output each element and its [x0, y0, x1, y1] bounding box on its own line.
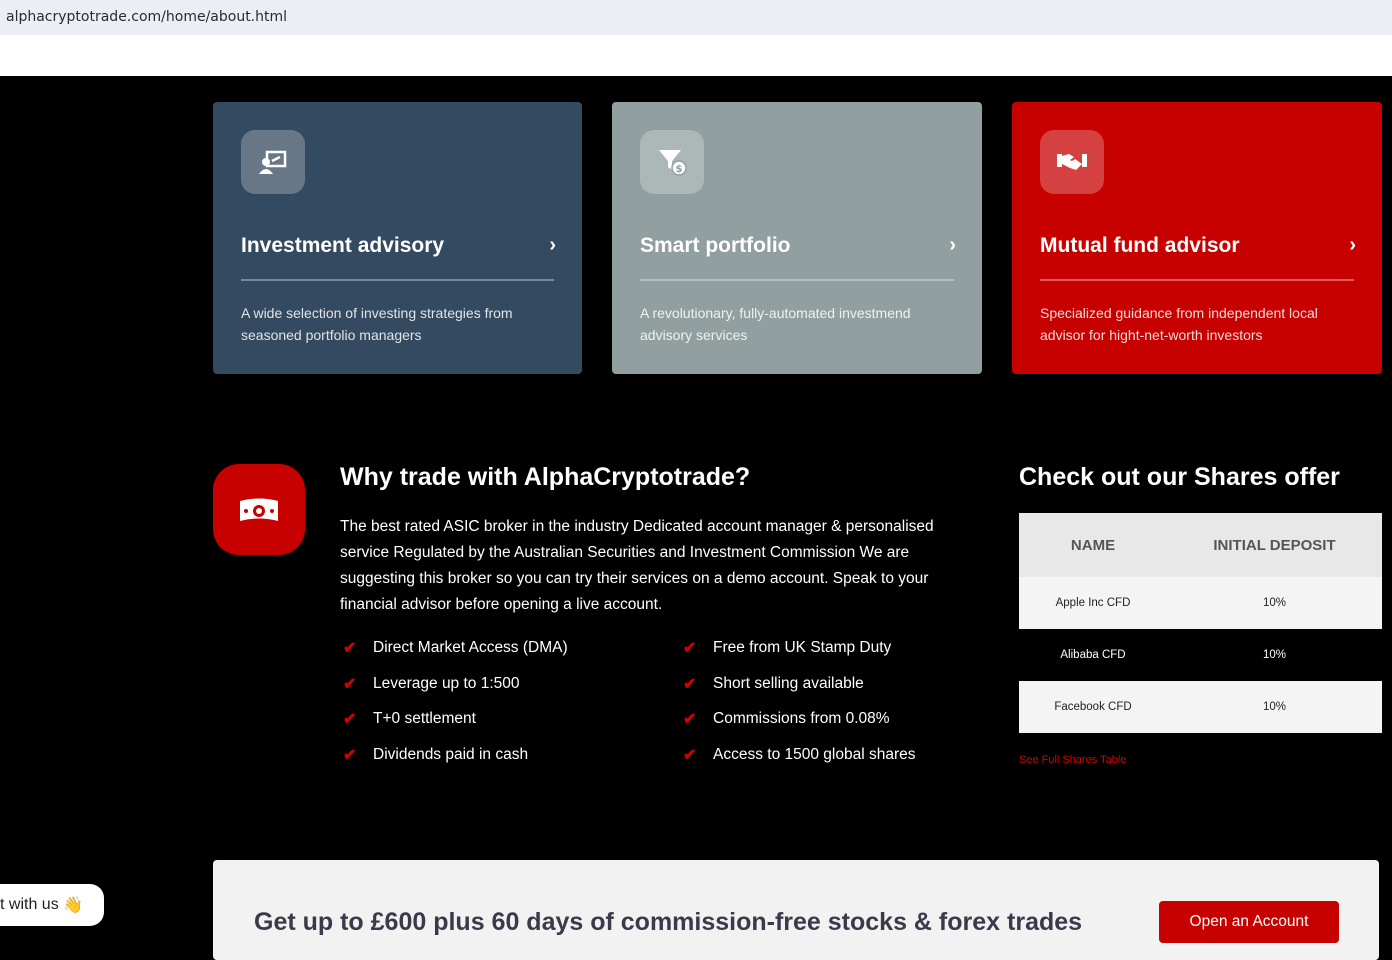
handshake-icon [1040, 130, 1104, 194]
chevron-right-icon[interactable]: › [1349, 234, 1356, 257]
card-investment-advisory[interactable]: Investment advisory › A wide selection o… [213, 102, 582, 374]
divider [241, 279, 554, 281]
check-icon: ✔ [683, 747, 697, 764]
why-description: The best rated ASIC broker in the indust… [340, 518, 934, 613]
shares-title: Check out our Shares offer [1019, 463, 1340, 491]
table-row: Facebook CFD 10% [1019, 681, 1382, 733]
site-header [0, 35, 1392, 76]
divider [1040, 279, 1354, 281]
check-icon: ✔ [683, 711, 697, 728]
waving-hand-icon: 👋 [63, 897, 84, 914]
chevron-right-icon[interactable]: › [549, 234, 556, 257]
svg-text:$: $ [676, 164, 683, 175]
feature-item: ✔ Short selling available [683, 675, 864, 693]
chevron-right-icon[interactable]: › [949, 234, 956, 257]
divider [640, 279, 954, 281]
see-full-shares-link[interactable]: See Full Shares Table [1019, 754, 1126, 766]
card-description: A revolutionary, fully-automated investm… [640, 305, 911, 343]
url-text: alphacryptotrade.com/home/about.html [6, 9, 288, 25]
table-row: Alibaba CFD 10% [1019, 629, 1382, 681]
card-title: Investment advisory [241, 234, 445, 257]
card-mutual-fund-advisor[interactable]: Mutual fund advisor › Specialized guidan… [1012, 102, 1382, 374]
feature-item: ✔ Commissions from 0.08% [683, 710, 890, 728]
feature-item: ✔ Access to 1500 global shares [683, 746, 916, 764]
card-smart-portfolio[interactable]: $ Smart portfolio › A revolutionary, ful… [612, 102, 982, 374]
card-title: Smart portfolio [640, 234, 791, 257]
card-title: Mutual fund advisor [1040, 234, 1240, 257]
advisor-board-icon [241, 130, 305, 194]
banknote-icon [213, 464, 305, 555]
check-icon: ✔ [343, 676, 357, 693]
promo-banner: Get up to £600 plus 60 days of commissio… [213, 860, 1379, 960]
open-account-button[interactable]: Open an Account [1159, 901, 1339, 943]
promo-text: Get up to £600 plus 60 days of commissio… [254, 908, 1083, 936]
table-header: NAME INITIAL DEPOSIT [1019, 513, 1382, 577]
check-icon: ✔ [683, 676, 697, 693]
funnel-dollar-icon: $ [640, 130, 704, 194]
feature-item: ✔ Leverage up to 1:500 [343, 675, 520, 693]
check-icon: ✔ [343, 747, 357, 764]
chat-widget[interactable]: t with us 👋 [0, 884, 104, 926]
check-icon: ✔ [343, 640, 357, 657]
shares-table: NAME INITIAL DEPOSIT Apple Inc CFD 10% Ali… [1019, 513, 1382, 733]
address-bar[interactable]: alphacryptotrade.com/home/about.html [0, 0, 1392, 35]
why-title: Why trade with AlphaCryptotrade? [340, 463, 751, 491]
check-icon: ✔ [343, 711, 357, 728]
card-description: A wide selection of investing strategies… [241, 305, 513, 343]
feature-item: ✔ T+0 settlement [343, 710, 476, 728]
card-description: Specialized guidance from independent lo… [1040, 305, 1318, 343]
chat-label: t with us [0, 896, 59, 913]
check-icon: ✔ [683, 640, 697, 657]
table-row: Apple Inc CFD 10% [1019, 577, 1382, 629]
feature-item: ✔ Free from UK Stamp Duty [683, 639, 892, 657]
feature-item: ✔ Dividends paid in cash [343, 746, 529, 764]
feature-item: ✔ Direct Market Access (DMA) [343, 639, 568, 657]
